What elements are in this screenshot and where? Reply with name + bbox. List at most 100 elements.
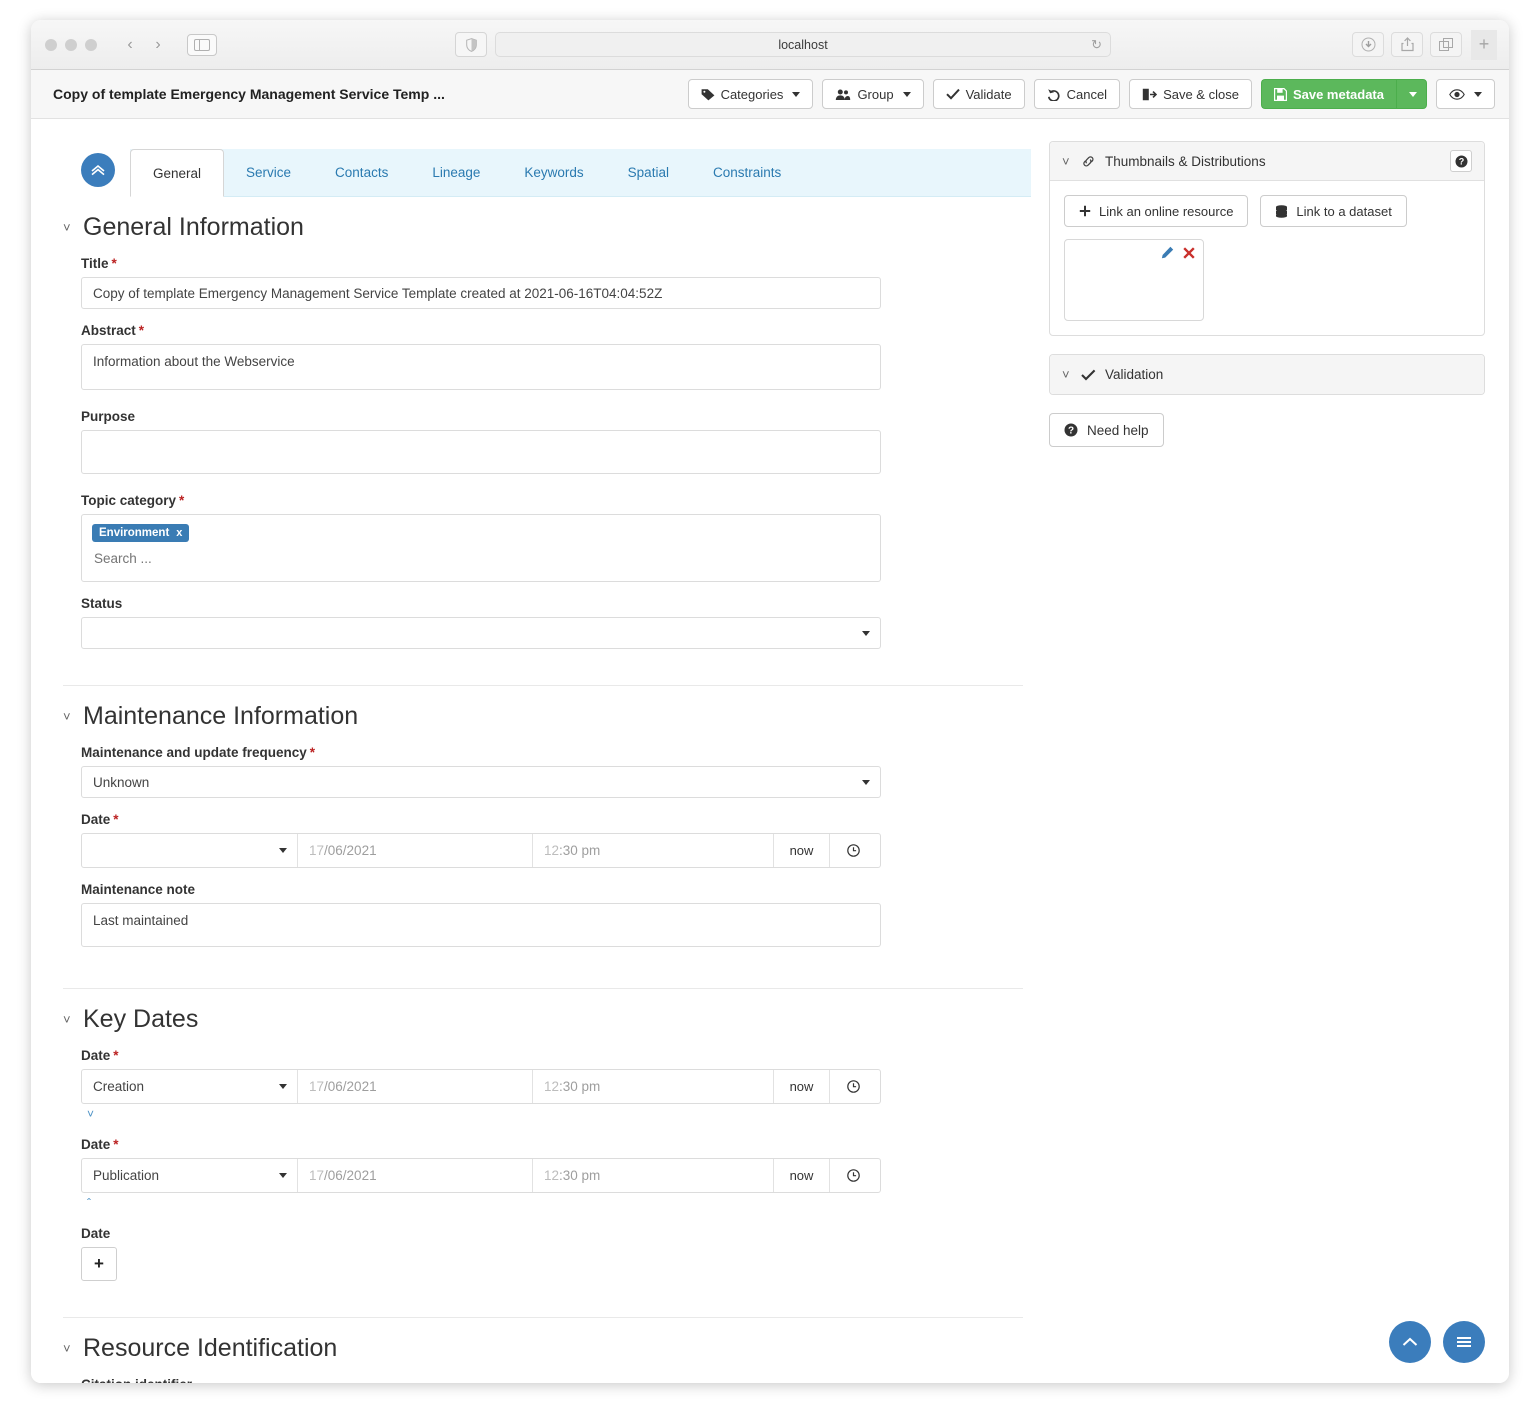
title-input[interactable]	[81, 277, 881, 309]
status-select[interactable]	[81, 617, 881, 649]
app-header: Copy of template Emergency Management Se…	[31, 70, 1509, 119]
section-maintenance-information: ˅ Maintenance Information Maintenance an…	[63, 686, 1023, 989]
key-date-input[interactable]: 17/06/2021	[298, 1070, 533, 1103]
maintenance-now-button[interactable]: now	[774, 834, 830, 867]
date-placeholder-day: 17	[309, 1079, 325, 1094]
view-options-button[interactable]	[1436, 79, 1495, 109]
maintenance-information-header[interactable]: ˅ Maintenance Information	[63, 702, 1023, 731]
key-date-type-select-creation[interactable]: Creation	[82, 1070, 298, 1103]
new-tab-button[interactable]: +	[1471, 29, 1497, 60]
key-time-input[interactable]: 12:30 pm	[533, 1070, 774, 1103]
main-content: General Service Contacts Lineage Keyword…	[31, 119, 1509, 1383]
key-dates-header[interactable]: ˅ Key Dates	[63, 1005, 1023, 1034]
collapse-all-button[interactable]	[81, 153, 115, 187]
maintenance-date-type-select[interactable]	[82, 834, 298, 867]
forward-arrow-icon[interactable]: ›	[145, 33, 171, 57]
key-date-now-button[interactable]: now	[774, 1070, 830, 1103]
key-date-now-button[interactable]: now	[774, 1159, 830, 1192]
chevron-down-icon[interactable]: ˅	[63, 709, 73, 724]
maintenance-note-field-group: Maintenance note	[81, 882, 1023, 952]
plus-icon	[1079, 205, 1091, 217]
key-date-type-select-publication[interactable]: Publication	[82, 1159, 298, 1192]
remove-tag-icon[interactable]: x	[176, 527, 182, 539]
maintenance-date-input[interactable]: 17/06/2021	[298, 834, 533, 867]
tab-service[interactable]: Service	[224, 149, 313, 196]
tab-general[interactable]: General	[130, 149, 225, 197]
categories-button[interactable]: Categories	[687, 79, 814, 109]
tab-keywords[interactable]: Keywords	[502, 149, 605, 196]
move-up-icon[interactable]: ˆ	[87, 1196, 1023, 1212]
chevron-down-icon[interactable]: ˅	[1062, 367, 1072, 382]
undo-icon	[1047, 88, 1061, 101]
abstract-textarea[interactable]	[81, 344, 881, 390]
maintenance-clock-dropdown[interactable]	[830, 834, 880, 867]
database-icon	[1275, 204, 1288, 218]
tab-lineage[interactable]: Lineage	[410, 149, 502, 196]
tab-contacts[interactable]: Contacts	[313, 149, 410, 196]
move-down-icon[interactable]: ˅	[87, 1107, 1023, 1123]
key-date-clock-dropdown[interactable]	[830, 1070, 880, 1103]
time-placeholder-hour: 12	[544, 843, 560, 858]
save-metadata-dropdown-button[interactable]	[1396, 79, 1427, 109]
chevron-down-icon[interactable]: ˅	[63, 220, 73, 235]
cancel-button[interactable]: Cancel	[1033, 79, 1121, 109]
validate-button[interactable]: Validate	[932, 79, 1025, 109]
save-metadata-label: Save metadata	[1292, 86, 1384, 102]
chevron-down-icon	[279, 848, 287, 853]
chevron-down-icon[interactable]: ˅	[63, 1012, 73, 1027]
frequency-label: Maintenance and update frequency *	[81, 745, 1023, 760]
link-online-resource-button[interactable]: Link an online resource	[1064, 195, 1249, 227]
minimize-window-button[interactable]	[65, 38, 77, 51]
key-time-input[interactable]: 12:30 pm	[533, 1159, 774, 1192]
maintenance-time-input[interactable]: 12:30 pm	[533, 834, 774, 867]
thumbnails-panel-header[interactable]: ˅ Thumbnails & Distributions ?	[1050, 142, 1484, 181]
chevron-down-icon[interactable]: ˅	[1062, 154, 1072, 169]
save-metadata-split-button: Save metadata	[1260, 79, 1427, 109]
scroll-to-top-button[interactable]	[1389, 1321, 1431, 1363]
tag-label: Environment	[99, 527, 170, 539]
general-information-header[interactable]: ˅ General Information	[63, 213, 1023, 242]
topic-category-label: Topic category *	[81, 493, 1023, 508]
link-chain-icon	[1081, 155, 1096, 168]
purpose-textarea[interactable]	[81, 430, 881, 474]
maintenance-note-textarea[interactable]	[81, 903, 881, 947]
abstract-field-group: Abstract *	[81, 323, 1023, 395]
save-and-close-button[interactable]: Save & close	[1129, 79, 1252, 109]
key-date-input[interactable]: 17/06/2021	[298, 1159, 533, 1192]
download-icon[interactable]	[1352, 32, 1384, 57]
link-online-resource-label: Link an online resource	[1099, 203, 1234, 219]
need-help-label: Need help	[1087, 422, 1149, 438]
need-help-button[interactable]: ? Need help	[1049, 413, 1164, 447]
reload-icon[interactable]: ↻	[1091, 37, 1102, 53]
purpose-field-group: Purpose	[81, 409, 1023, 479]
validation-panel-header[interactable]: ˅ Validation	[1050, 355, 1484, 394]
cancel-label: Cancel	[1066, 86, 1108, 102]
back-arrow-icon[interactable]: ‹	[117, 33, 143, 57]
red-x-icon[interactable]	[1183, 246, 1195, 259]
add-date-button[interactable]: +	[81, 1247, 117, 1281]
link-dataset-button[interactable]: Link to a dataset	[1260, 195, 1407, 227]
floating-action-buttons	[1389, 1321, 1485, 1363]
close-window-button[interactable]	[45, 38, 57, 51]
privacy-shield-icon[interactable]	[455, 32, 487, 57]
group-button[interactable]: Group	[822, 79, 924, 109]
menu-button[interactable]	[1443, 1321, 1485, 1363]
key-date-clock-dropdown[interactable]	[830, 1159, 880, 1192]
chevron-down-icon	[279, 1173, 287, 1178]
save-metadata-button[interactable]: Save metadata	[1260, 79, 1396, 109]
help-icon[interactable]: ?	[1450, 150, 1472, 172]
tab-constraints[interactable]: Constraints	[691, 149, 803, 196]
topic-category-tagbox[interactable]: Environment x	[81, 514, 881, 582]
tab-overview-icon[interactable]	[1430, 32, 1462, 57]
chevron-down-icon[interactable]: ˅	[63, 1341, 73, 1356]
window-controls[interactable]	[45, 38, 97, 51]
maximize-window-button[interactable]	[85, 38, 97, 51]
sidebar-toggle-icon[interactable]	[187, 33, 217, 56]
pencil-icon[interactable]	[1161, 246, 1174, 259]
frequency-select[interactable]: Unknown	[81, 766, 881, 798]
topic-search-input[interactable]	[92, 542, 832, 574]
url-input[interactable]: localhost ↻	[495, 32, 1111, 57]
share-icon[interactable]	[1391, 32, 1423, 57]
tab-spatial[interactable]: Spatial	[606, 149, 691, 196]
resource-identification-header[interactable]: ˅ Resource Identification	[63, 1334, 1023, 1363]
